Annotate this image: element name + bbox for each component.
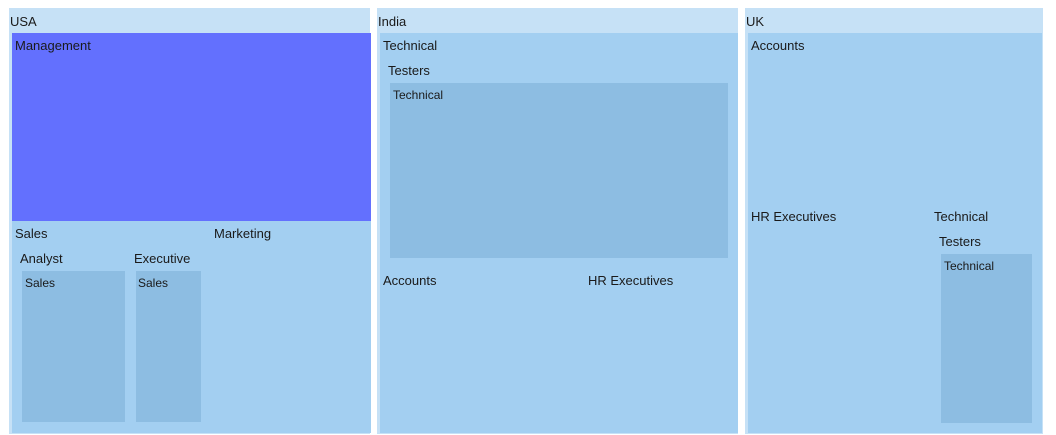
treemap-node-label: Testers: [939, 234, 981, 249]
treemap-node-label: HR Executives: [588, 273, 674, 288]
treemap-node-label: Management: [15, 38, 91, 53]
treemap-node-0-1-1-0-sales[interactable]: Sales: [136, 271, 201, 422]
treemap-node-0-1-0-0-sales[interactable]: Sales: [22, 271, 125, 422]
treemap-node-label: Technical: [934, 209, 989, 224]
treemap-node-label: Sales: [25, 276, 56, 290]
treemap-node-label: Sales: [15, 226, 48, 241]
treemap-node-label: Accounts: [751, 38, 805, 53]
treemap-node-label: Accounts: [383, 273, 437, 288]
treemap-node-0-2-marketing[interactable]: Marketing: [210, 221, 371, 433]
treemap-node-label: Technical: [383, 38, 438, 53]
treemap-node-2-2-0-0-technical[interactable]: Technical: [941, 254, 1032, 423]
treemap-node-0-0-management[interactable]: Management: [12, 33, 371, 221]
treemap-node-1-2-hr-executives[interactable]: HR Executives: [584, 268, 738, 433]
treemap-node-label: Sales: [138, 276, 169, 290]
treemap-node-2-0-accounts[interactable]: Accounts: [748, 33, 1042, 204]
treemap-node-label: UK: [746, 14, 765, 29]
treemap-chart: USA Management Sales Analyst Sales Executive S…: [0, 0, 1056, 435]
treemap-node-label: Analyst: [20, 251, 63, 266]
treemap-node-label: HR Executives: [751, 209, 837, 224]
treemap-node-label: Technical: [393, 88, 444, 102]
treemap-node-1-1-accounts[interactable]: Accounts: [380, 268, 584, 433]
treemap-node-label: India: [378, 14, 407, 29]
treemap-node-2-1-hr-executives[interactable]: HR Executives: [748, 204, 931, 433]
treemap-node-label: Marketing: [214, 226, 272, 241]
treemap-node-label: Executive: [134, 251, 191, 266]
treemap-node-label: Technical: [944, 259, 995, 273]
treemap-node-1-0-0-0-technical[interactable]: Technical: [390, 83, 728, 258]
treemap-node-label: USA: [10, 14, 37, 29]
treemap-node-label: Testers: [388, 63, 430, 78]
